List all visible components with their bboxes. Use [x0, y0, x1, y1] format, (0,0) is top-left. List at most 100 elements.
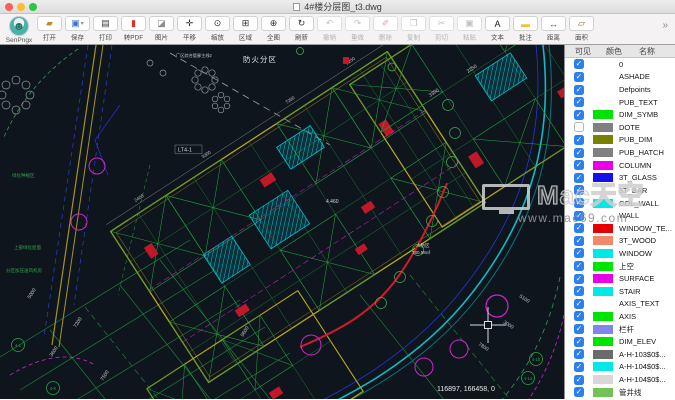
layer-visibility-checkbox[interactable]: ✓ [574, 248, 584, 259]
toolbar-button-pdf[interactable]: ▮ 转PDF [121, 16, 146, 43]
layer-color-swatch[interactable] [593, 60, 613, 69]
toolbar-button-text[interactable]: A 文本 [485, 16, 510, 43]
layer-color-swatch[interactable] [593, 299, 613, 308]
toolbar-button-clipboard: ▣ 粘贴 [457, 16, 482, 43]
toolbar-button-label: 剪切 [435, 34, 448, 42]
layer-name: 管井线 [619, 387, 642, 397]
toolbar-button-magnifier[interactable]: ⊙ 缩放 [205, 16, 230, 43]
layer-color-swatch[interactable] [593, 236, 613, 246]
toolbar-button-face[interactable]: ▮ [121, 16, 146, 31]
layer-visibility-checkbox[interactable]: ✓ [574, 147, 584, 158]
layer-color-swatch[interactable] [593, 324, 613, 334]
layer-visibility-checkbox[interactable]: ✓ [574, 361, 584, 372]
layer-color-swatch[interactable] [593, 387, 613, 397]
layer-color-swatch[interactable] [593, 122, 613, 132]
layer-color-swatch[interactable] [593, 85, 613, 94]
toolbar-overflow-chevron-icon[interactable]: » [662, 20, 668, 31]
toolbar-button-face[interactable]: ▣ ▾ [65, 16, 90, 31]
image-icon: ◪ [157, 18, 166, 28]
layer-name: STAIR [619, 286, 641, 296]
toolbar-button-face: ✂ [429, 16, 454, 31]
toolbar-button-folder[interactable]: ▰ 打开 [37, 16, 62, 43]
toolbar-button-image[interactable]: ◪ 图片 [149, 16, 174, 43]
layer-visibility-checkbox[interactable]: ✓ [574, 109, 584, 120]
toolbar-button-refresh[interactable]: ↻ 刷新 [289, 16, 314, 43]
layer-color-swatch[interactable] [593, 198, 613, 208]
layer-visibility-checkbox[interactable]: ✓ [574, 172, 584, 183]
toolbar-button-redo: ↷ 重做 [345, 16, 370, 43]
layer-visibility-checkbox[interactable]: ✓ [574, 84, 584, 95]
layer-visibility-checkbox[interactable]: ✓ [574, 311, 584, 322]
layer-visibility-checkbox[interactable]: ✓ [574, 223, 584, 234]
layer-visibility-checkbox[interactable]: ✓ [574, 97, 584, 108]
layer-color-swatch[interactable] [593, 110, 613, 120]
layer-visibility-checkbox[interactable]: ✓ [574, 286, 584, 297]
layer-visibility-checkbox[interactable]: ✓ [574, 324, 584, 335]
svg-text:4-1b: 4-1b [532, 357, 541, 362]
toolbar-button-ruler[interactable]: ↔ 距离 [541, 16, 566, 43]
layer-visibility-checkbox[interactable]: ✓ [574, 261, 584, 272]
layer-color-swatch[interactable] [593, 173, 613, 183]
layer-visibility-checkbox[interactable]: ✓ [574, 71, 584, 82]
toolbar-button-face[interactable]: ⊕ [261, 16, 286, 31]
layer-color-swatch[interactable] [593, 349, 613, 359]
layer-color-swatch[interactable] [593, 337, 613, 347]
layer-color-swatch[interactable] [593, 223, 613, 233]
toolbar-button-face[interactable]: ⊙ [205, 16, 230, 31]
layer-color-swatch[interactable] [593, 98, 613, 107]
layer-color-swatch[interactable] [593, 186, 613, 195]
layer-visibility-checkbox[interactable]: ✓ [574, 374, 584, 385]
layer-color-swatch[interactable] [593, 375, 613, 385]
layer-visibility-checkbox[interactable]: ✓ [574, 134, 584, 145]
layer-visibility-checkbox[interactable]: ✓ [574, 349, 584, 360]
layer-visibility-checkbox[interactable]: ✓ [574, 273, 584, 284]
toolbar-button-face[interactable]: ◪ [149, 16, 174, 31]
layer-row: ✓ PUB_DIM [565, 133, 675, 147]
layer-visibility-checkbox[interactable]: ✓ [574, 59, 584, 70]
layer-visibility-checkbox[interactable]: ✓ [574, 185, 584, 196]
layer-color-swatch[interactable] [593, 362, 613, 372]
layer-color-swatch[interactable] [593, 148, 613, 158]
toolbar-button-face[interactable]: A [485, 16, 510, 31]
toolbar-button-face[interactable]: ▰ [37, 16, 62, 31]
toolbar-button-printer[interactable]: ▤ 打印 [93, 16, 118, 43]
toolbar-button-pan[interactable]: ✛ 平移 [177, 16, 202, 43]
layer-name: A-H-104$0$... [619, 362, 666, 372]
layer-color-swatch[interactable] [593, 135, 613, 145]
user-account[interactable]: ☻ SenPngx [4, 16, 34, 44]
layer-visibility-checkbox[interactable]: ✓ [574, 298, 584, 309]
toolbar-button-face[interactable]: ⊞ [233, 16, 258, 31]
toolbar-button-note[interactable]: ▬ 批注 [513, 16, 538, 43]
toolbar-button-face[interactable]: ↔ [541, 16, 566, 31]
toolbar-button-face[interactable]: ▤ [93, 16, 118, 31]
layer-color-swatch[interactable] [593, 72, 613, 81]
layer-visibility-checkbox[interactable]: ✓ [574, 387, 584, 398]
toolbar-button-face[interactable]: ▱ [569, 16, 594, 31]
layer-color-swatch[interactable] [593, 160, 613, 170]
toolbar-button-area[interactable]: ▱ 面积 [569, 16, 594, 43]
layer-name: COL_WALL [619, 198, 659, 208]
toolbar-button-label: 刷新 [295, 34, 308, 42]
svg-text:绿化种植区: 绿化种植区 [12, 172, 35, 179]
layer-row: ✓ COLUMN [565, 158, 675, 172]
drawing-canvas[interactable]: 2400 3300 7200 2250 4-L 4-K 4-1b 4-1a 36… [0, 45, 564, 399]
note-icon: ▬ [521, 18, 530, 29]
layer-color-swatch[interactable] [593, 274, 613, 284]
layer-visibility-checkbox[interactable]: ✓ [574, 160, 584, 171]
toolbar-button-face[interactable]: ✛ [177, 16, 202, 31]
toolbar-button-face[interactable]: ▬ [513, 16, 538, 31]
layer-visibility-checkbox[interactable]: ✓ [574, 235, 584, 246]
layer-color-swatch[interactable] [593, 211, 613, 220]
layer-visibility-checkbox[interactable]: ✓ [574, 198, 584, 208]
layer-color-swatch[interactable] [593, 286, 613, 296]
toolbar-button-save[interactable]: ▣ ▾ 保存 [65, 16, 90, 43]
layer-visibility-checkbox[interactable]: ✓ [574, 336, 584, 347]
toolbar-button-region[interactable]: ⊞ 区域 [233, 16, 258, 43]
toolbar-button-face[interactable]: ↻ [289, 16, 314, 31]
toolbar-button-fit[interactable]: ⊕ 全图 [261, 16, 286, 43]
layer-visibility-checkbox[interactable]: ✓ [574, 210, 584, 221]
layer-color-swatch[interactable] [593, 248, 613, 258]
layer-color-swatch[interactable] [593, 311, 613, 321]
layer-visibility-checkbox[interactable] [574, 122, 584, 133]
layer-color-swatch[interactable] [593, 261, 613, 271]
